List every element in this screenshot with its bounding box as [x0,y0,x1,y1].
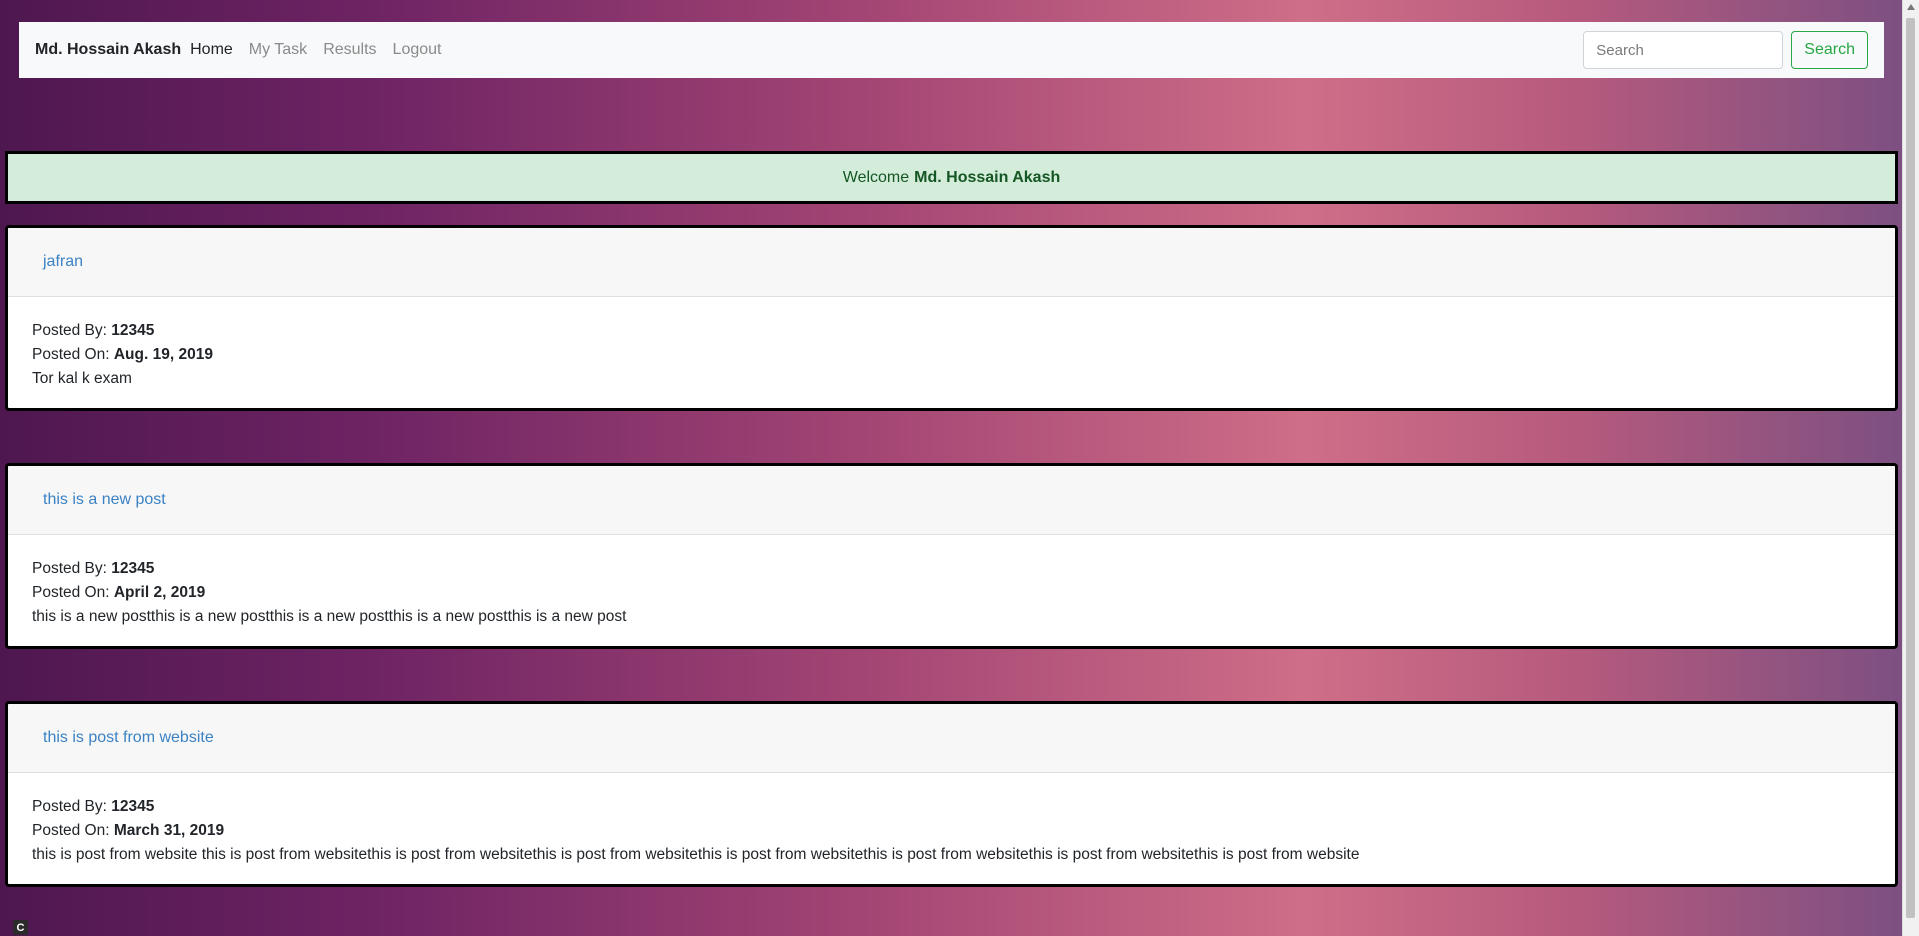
welcome-prefix: Welcome [842,168,910,186]
posted-by-line: Posted By: 12345 [32,319,1895,343]
post-card: this is a new post Posted By: 12345 Post… [5,463,1898,649]
post-content: this is a new postthis is a new postthis… [32,608,627,625]
scrollbar-thumb[interactable] [1906,18,1915,918]
post-title-link[interactable]: this is post from website [43,729,214,747]
search-form: Search [1583,31,1868,69]
welcome-alert: Welcome Md. Hossain Akash [5,151,1898,204]
post-card-body: Posted By: 12345 Posted On: April 2, 201… [8,535,1895,629]
posted-by-line: Posted By: 12345 [32,795,1895,819]
post-content: this is post from website this is post f… [32,846,1360,863]
page: Md. Hossain Akash Home My Task Results L… [0,0,1902,936]
post-card-header: this is post from website [8,704,1895,773]
vertical-scrollbar[interactable] [1902,0,1919,936]
post-card-body: Posted By: 12345 Posted On: Aug. 19, 201… [8,297,1895,391]
post-card: this is post from website Posted By: 123… [5,701,1898,887]
posted-on-label: Posted On: [32,584,110,601]
posted-on-label: Posted On: [32,822,110,839]
posted-on-line: Posted On: March 31, 2019 [32,819,1895,843]
posted-on-label: Posted On: [32,346,110,363]
post-card-header: this is a new post [8,466,1895,535]
posted-by-value: 12345 [111,322,155,339]
navbar-brand[interactable]: Md. Hossain Akash [35,41,181,59]
post-card-body: Posted By: 12345 Posted On: March 31, 20… [8,773,1895,867]
navbar: Md. Hossain Akash Home My Task Results L… [19,22,1884,78]
posted-by-label: Posted By: [32,560,107,577]
posted-on-value: Aug. 19, 2019 [113,346,213,363]
posted-by-value: 12345 [111,798,155,815]
post-card-header: jafran [8,228,1895,297]
post-content: Tor kal k exam [32,370,132,387]
posted-by-label: Posted By: [32,322,107,339]
posted-by-label: Posted By: [32,798,107,815]
posted-on-line: Posted On: Aug. 19, 2019 [32,343,1895,367]
posted-by-line: Posted By: 12345 [32,557,1895,581]
posted-on-value: March 31, 2019 [113,822,225,839]
scroll-up-arrow-icon[interactable] [1907,4,1915,10]
nav-link-my-task[interactable]: My Task [249,41,307,59]
post-card: jafran Posted By: 12345 Posted On: Aug. … [5,225,1898,411]
posted-on-value: April 2, 2019 [113,584,206,601]
post-title-link[interactable]: this is a new post [43,491,166,509]
posted-on-line: Posted On: April 2, 2019 [32,581,1895,605]
nav-link-home[interactable]: Home [190,41,233,59]
post-title-link[interactable]: jafran [43,253,83,271]
posted-by-value: 12345 [111,560,155,577]
welcome-user-name: Md. Hossain Akash [914,168,1061,186]
extension-c-icon[interactable]: C [13,920,28,935]
nav-link-logout[interactable]: Logout [393,41,442,59]
nav-link-results[interactable]: Results [323,41,376,59]
search-input[interactable] [1583,31,1784,69]
search-button[interactable]: Search [1791,31,1868,69]
